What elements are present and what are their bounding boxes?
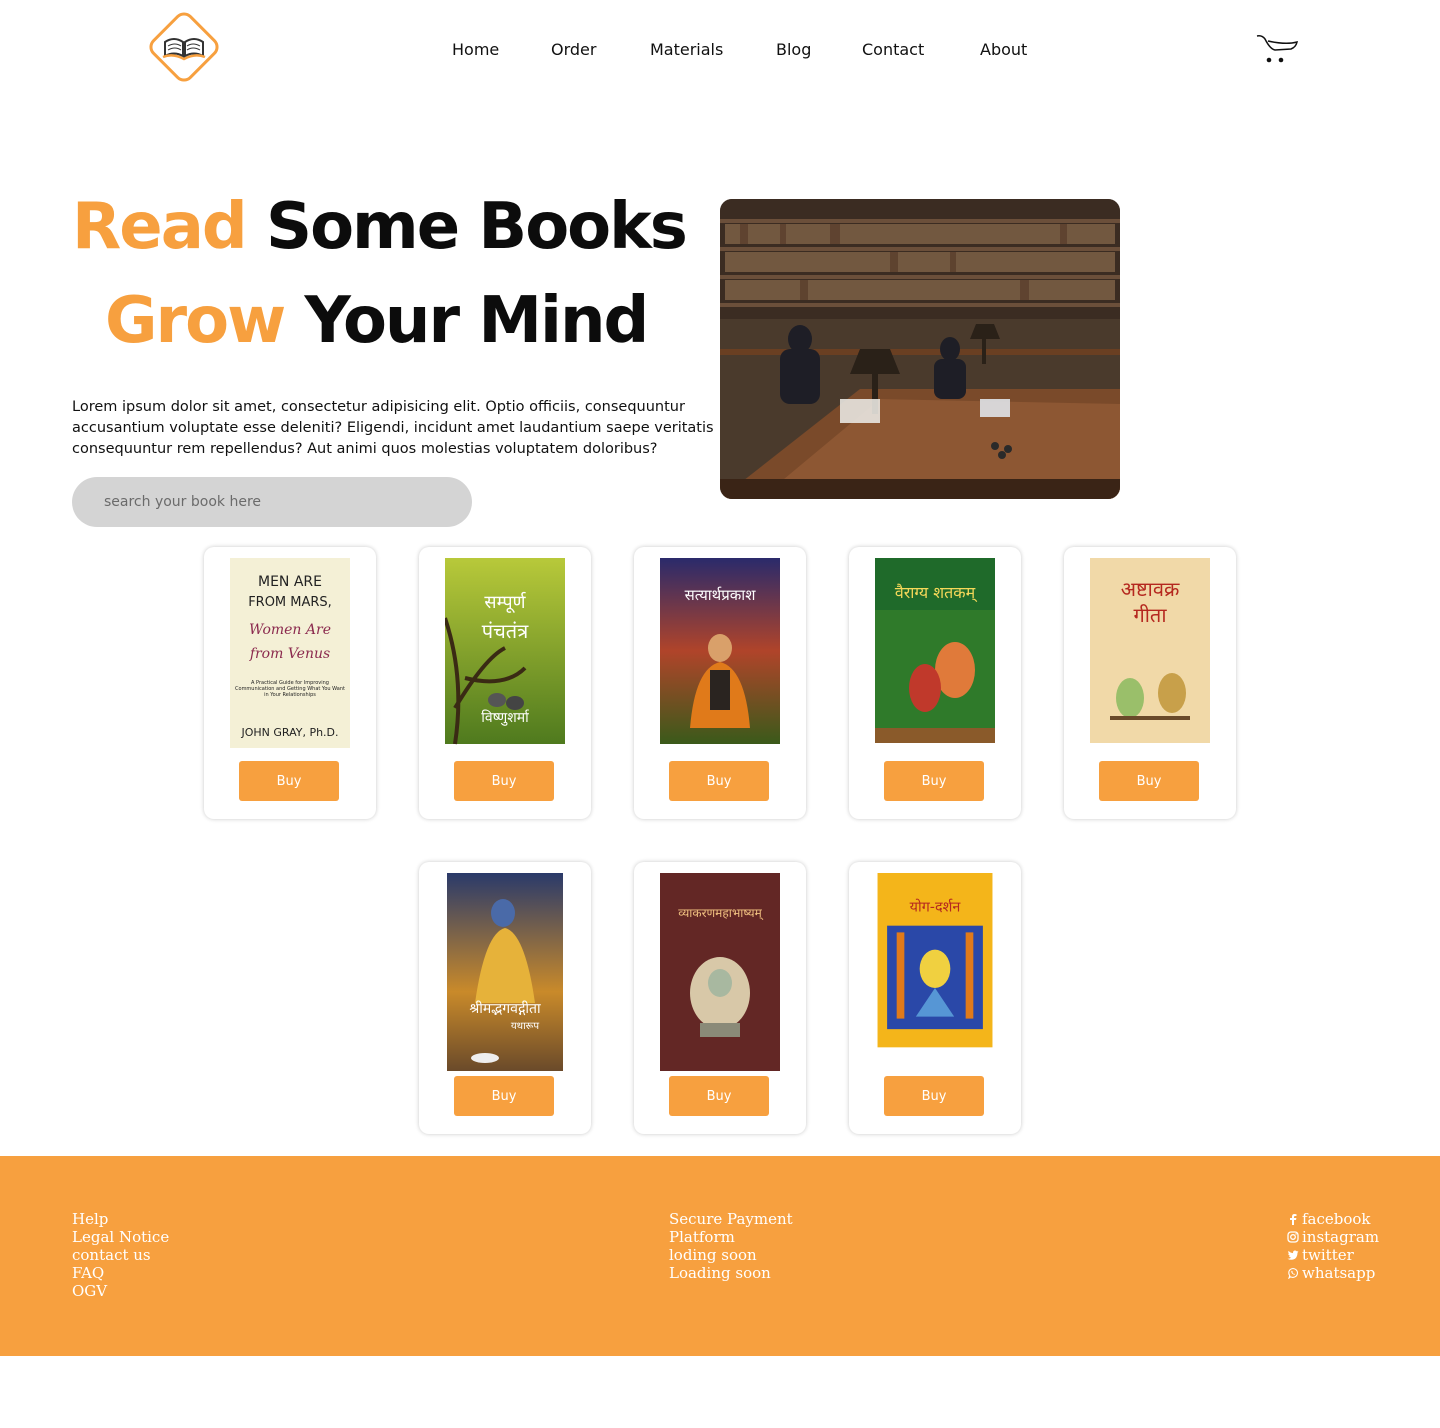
buy-button[interactable]: Buy (239, 761, 339, 801)
svg-text:गीता: गीता (1133, 603, 1167, 627)
svg-text:from Venus: from Venus (249, 646, 330, 662)
book-logo-icon[interactable] (143, 9, 225, 85)
footer-link-secure-payment[interactable]: Secure Payment (669, 1210, 793, 1228)
facebook-icon (1290, 1214, 1297, 1225)
site-header: Home Order Materials Blog Contact About (0, 0, 1440, 100)
svg-text:JOHN GRAY, Ph.D.: JOHN GRAY, Ph.D. (240, 726, 338, 739)
svg-text:FROM MARS,: FROM MARS, (248, 595, 332, 610)
svg-text:विष्णुशर्मा: विष्णुशर्मा (481, 709, 530, 726)
buy-button[interactable]: Buy (454, 761, 554, 801)
nav-home[interactable]: Home (452, 40, 499, 59)
twitter-icon (1287, 1250, 1299, 1260)
book-cover-panchatantra[interactable]: सम्पूर्ण पंचतंत्र विष्णुशर्मा (445, 558, 565, 748)
footer-link-help[interactable]: Help (72, 1210, 169, 1228)
svg-text:यथारूप: यथारूप (511, 1021, 540, 1032)
svg-text:अष्टावक्र: अष्टावक्र (1121, 577, 1180, 601)
nav-contact[interactable]: Contact (862, 40, 924, 59)
hero-line1-rest: Some Books (265, 190, 688, 264)
whatsapp-icon (1288, 1267, 1299, 1279)
footer-link-ogv[interactable]: OGV (72, 1282, 169, 1300)
svg-text:Women Are: Women Are (249, 622, 331, 638)
hero-description: Lorem ipsum dolor sit amet, consectetur … (72, 398, 714, 457)
book-cover-ashtavakra-gita[interactable]: अष्टावक्र गीता (1090, 558, 1210, 748)
footer-link-legal[interactable]: Legal Notice (72, 1228, 169, 1246)
buy-button[interactable]: Buy (884, 761, 984, 801)
footer-link-loading[interactable]: loding soon (669, 1246, 793, 1264)
book-card: सम्पूर्ण पंचतंत्र विष्णुशर्मा Buy (419, 547, 591, 819)
book-cover-yoga-darshan[interactable]: योग-दर्शन (875, 873, 995, 1055)
svg-text:पंचतंत्र: पंचतंत्र (482, 619, 529, 643)
buy-button[interactable]: Buy (454, 1076, 554, 1116)
search-input[interactable] (72, 477, 472, 527)
footer-link-loading-2[interactable]: Loading soon (669, 1264, 793, 1282)
svg-text:सत्यार्थप्रकाश: सत्यार्थप्रकाश (685, 586, 757, 604)
book-cover-men-are-from-mars[interactable]: MEN ARE FROM MARS, Women Are from Venus … (230, 558, 350, 748)
library-reading-room-photo (720, 199, 1120, 499)
book-card: व्याकरणमहाभाष्यम् Buy (634, 862, 806, 1134)
book-card: सत्यार्थप्रकाश Buy (634, 547, 806, 819)
nav-about[interactable]: About (980, 40, 1027, 59)
book-card: अष्टावक्र गीता Buy (1064, 547, 1236, 819)
hero-accent-grow: Grow (105, 284, 286, 358)
social-instagram[interactable]: instagram (1287, 1228, 1379, 1246)
svg-text:वैराग्य शतकम्: वैराग्य शतकम् (895, 583, 978, 603)
book-card: योग-दर्शन Buy (849, 862, 1021, 1134)
svg-text:योग-दर्शन: योग-दर्शन (910, 898, 962, 915)
svg-text:व्याकरणमहाभाष्यम्: व्याकरणमहाभाष्यम् (678, 906, 764, 921)
footer-help-links: Help Legal Notice contact us FAQ OGV (72, 1210, 169, 1300)
buy-button[interactable]: Buy (669, 1076, 769, 1116)
svg-text:श्रीमद्भगवद्गीता: श्रीमद्भगवद्गीता (469, 1000, 541, 1017)
footer-info-links: Secure Payment Platform loding soon Load… (669, 1210, 793, 1282)
instagram-icon (1287, 1231, 1299, 1243)
book-card: वैराग्य शतकम् Buy (849, 547, 1021, 819)
book-cover-bhagavad-gita[interactable]: श्रीमद्भगवद्गीता यथारूप (445, 873, 565, 1073)
footer-social-links: facebook instagram twitter whatsapp (1287, 1210, 1379, 1282)
buy-button[interactable]: Buy (669, 761, 769, 801)
book-cover-satyarth-prakash[interactable]: सत्यार्थप्रकाश (660, 558, 780, 748)
book-cover-vairagya-shatakam[interactable]: वैराग्य शतकम् (875, 558, 995, 748)
footer-link-contact[interactable]: contact us (72, 1246, 169, 1264)
hero-accent-read: Read (72, 190, 248, 264)
nav-materials[interactable]: Materials (650, 40, 723, 59)
footer-link-platform[interactable]: Platform (669, 1228, 793, 1246)
buy-button[interactable]: Buy (884, 1076, 984, 1116)
shopping-cart-icon[interactable] (1256, 33, 1298, 67)
svg-text:MEN ARE: MEN ARE (258, 574, 322, 590)
site-footer: Help Legal Notice contact us FAQ OGV Sec… (0, 1156, 1440, 1356)
nav-order[interactable]: Order (551, 40, 596, 59)
buy-button[interactable]: Buy (1099, 761, 1199, 801)
hero-title: Read Some Books Grow Your Mind (72, 180, 688, 368)
book-cover-vyakarana-mahabhashyam[interactable]: व्याकरणमहाभाष्यम् (660, 873, 780, 1071)
book-card: श्रीमद्भगवद्गीता यथारूप Buy (419, 862, 591, 1134)
social-facebook[interactable]: facebook (1287, 1210, 1379, 1228)
svg-text:सम्पूर्ण: सम्पूर्ण (484, 591, 526, 613)
footer-link-faq[interactable]: FAQ (72, 1264, 169, 1282)
hero-line2-rest: Your Mind (304, 284, 649, 358)
social-twitter[interactable]: twitter (1287, 1246, 1379, 1264)
book-card: MEN ARE FROM MARS, Women Are from Venus … (204, 547, 376, 819)
social-whatsapp[interactable]: whatsapp (1287, 1264, 1379, 1282)
nav-blog[interactable]: Blog (776, 40, 811, 59)
